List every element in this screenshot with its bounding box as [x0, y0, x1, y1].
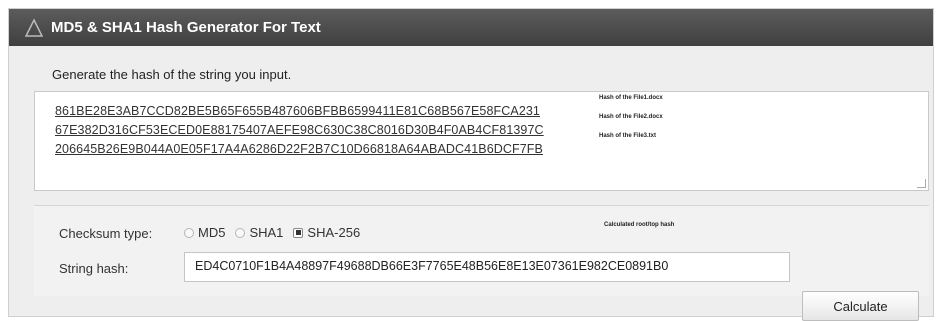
triangle-logo-icon [21, 15, 47, 41]
sha1-radio-label[interactable]: SHA1 [249, 225, 283, 240]
file2-annotation: Hash of the File2.docx [599, 114, 663, 120]
root-hash-annotation: Calculated root/top hash [604, 222, 675, 228]
md5-radio[interactable] [184, 227, 194, 238]
title-bar: MD5 & SHA1 Hash Generator For Text [9, 9, 933, 46]
options-panel: Checksum type: MD5 SHA1 SHA-256 Calculat… [34, 205, 929, 296]
string-hash-label: String hash: [59, 261, 129, 276]
checksum-type-label: Checksum type: [59, 226, 153, 241]
sha256-radio-label[interactable]: SHA-256 [307, 225, 360, 240]
input-text-area[interactable]: 861BE28E3AB7CCD82BE5B65F655B487606BFBB65… [34, 91, 929, 191]
string-hash-field[interactable]: ED4C0710F1B4A48897F49688DB66E3F7765E48B5… [184, 252, 790, 282]
window-title: MD5 & SHA1 Hash Generator For Text [51, 19, 321, 36]
input-hash-line: 861BE28E3AB7CCD82BE5B65F655B487606BFBB65… [55, 104, 540, 118]
checksum-type-radio-group: MD5 SHA1 SHA-256 [184, 225, 370, 240]
input-hash-line: 206645B26E9B044A0E05F17A4A6286D22F2B7C10… [55, 142, 543, 156]
md5-radio-label[interactable]: MD5 [198, 225, 225, 240]
input-hash-line: 67E382D316CF53ECED0E88175407AEFE98C630C3… [55, 123, 544, 137]
resize-grip-icon[interactable] [917, 179, 926, 188]
sha1-radio[interactable] [235, 227, 246, 238]
file1-annotation: Hash of the File1.docx [599, 95, 663, 101]
instruction-text: Generate the hash of the string you inpu… [52, 67, 292, 82]
hash-generator-window: MD5 & SHA1 Hash Generator For Text Gener… [8, 8, 934, 321]
sha256-radio[interactable] [293, 227, 304, 238]
file3-annotation: Hash of the File3.txt [599, 133, 657, 139]
